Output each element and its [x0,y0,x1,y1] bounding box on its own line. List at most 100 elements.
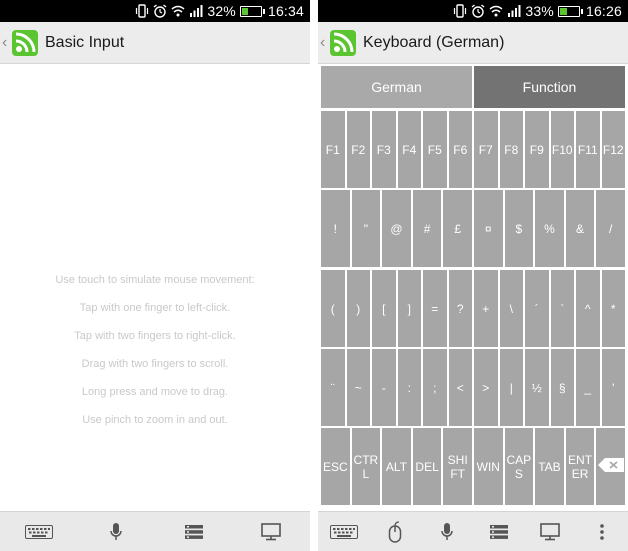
key[interactable]: $ [504,190,534,267]
key[interactable]: F5 [423,111,447,188]
key-row-symbols-1: ! " @ # £ ¤ $% & / [321,190,625,267]
key[interactable]: F3 [372,111,396,188]
key[interactable]: / [596,190,625,267]
clock: 16:26 [585,3,622,19]
list-icon[interactable] [179,521,209,543]
key-row-symbols-2: ()[] =? + \ ´ ` ^ * [321,270,625,347]
keyboard-icon[interactable] [329,521,359,543]
battery-icon [557,5,583,17]
key[interactable]: F4 [397,111,421,188]
key[interactable]: £ [443,190,472,267]
key[interactable]: CTR L [351,428,381,505]
battery-percent: 33% [525,3,554,19]
key[interactable]: F11 [576,111,600,188]
key[interactable]: F10 [550,111,574,188]
key[interactable]: % [535,190,564,267]
alarm-icon [471,4,485,18]
tab-german[interactable]: German [321,66,472,108]
key[interactable]: > [474,349,498,426]
keyboard-tabs: German Function [321,66,625,108]
key[interactable]: ¨ [321,349,345,426]
key[interactable]: F2 [346,111,370,188]
microphone-icon[interactable] [101,521,131,543]
bottom-toolbar [318,511,628,551]
key[interactable]: F6 [448,111,472,188]
key[interactable]: ] [397,270,421,347]
key[interactable]: = [423,270,447,347]
key[interactable]: | [499,349,523,426]
status-bar: 33% 16:26 [318,0,628,22]
signal-icon [507,4,521,18]
mouse-icon[interactable] [380,520,410,543]
basic-input-screen: 32% 16:34 ‹ Basic Input Use touch to sim… [0,0,310,551]
key[interactable]: _ [576,349,600,426]
key[interactable]: : [397,349,421,426]
wifi-icon [171,4,185,18]
remote-app-logo-icon[interactable] [329,29,357,57]
key[interactable]: ( [321,270,345,347]
key[interactable]: ´ [525,270,549,347]
key[interactable]: ` [550,270,574,347]
battery-icon [239,5,265,17]
key[interactable]: [ [372,270,396,347]
clock: 16:34 [267,3,304,19]
key[interactable]: @ [382,190,411,267]
overflow-menu-icon[interactable] [587,521,617,543]
instruction-line: Drag with two fingers to scroll. [81,358,229,370]
key[interactable]: ? [448,270,472,347]
instruction-line: Use pinch to zoom in and out. [82,414,228,426]
key[interactable]: F9 [525,111,549,188]
instruction-line: Use touch to simulate mouse movement: [55,274,255,286]
key[interactable]: ¤ [473,190,503,267]
microphone-icon[interactable] [432,521,462,543]
key[interactable]: TAB [535,428,564,505]
key[interactable]: - [372,349,396,426]
key[interactable]: F1 [321,111,345,188]
key[interactable]: WIN [473,428,503,505]
key[interactable]: ^ [576,270,600,347]
key[interactable]: F7 [474,111,498,188]
key[interactable]: # [412,190,442,267]
remote-app-logo-icon[interactable] [11,29,39,57]
battery-fill [241,7,249,15]
key[interactable]: < [448,349,472,426]
key[interactable]: SHI FT [443,428,472,505]
key[interactable]: ESC [321,428,350,505]
instructions: Use touch to simulate mouse movement: Ta… [0,272,310,440]
key[interactable]: & [565,190,595,267]
instruction-line: Tap with two fingers to right-click. [74,330,236,342]
tab-function[interactable]: Function [474,66,625,108]
chevron-left-icon[interactable]: ‹ [320,34,328,51]
key[interactable]: CAP S [504,428,534,505]
key[interactable]: \ [499,270,523,347]
key[interactable]: ) [346,270,370,347]
key[interactable]: ALT [382,428,411,505]
key[interactable]: ' [601,349,625,426]
key[interactable]: F8 [499,111,523,188]
battery-fill [559,7,567,15]
key[interactable]: ½ [525,349,549,426]
key[interactable]: ~ [346,349,370,426]
monitor-icon[interactable] [256,521,286,543]
vibrate-icon [135,4,149,18]
key[interactable]: * [601,270,625,347]
wifi-icon [489,4,503,18]
key[interactable]: § [550,349,574,426]
list-icon[interactable] [484,521,514,543]
backspace-key[interactable] [596,428,625,505]
key[interactable]: ! [321,190,350,267]
backspace-icon [597,458,624,475]
key[interactable]: + [474,270,498,347]
battery-percent: 32% [207,3,236,19]
keyboard-screen: 33% 16:26 ‹ Keyboard (German) German Fun… [318,0,628,551]
key[interactable]: DEL [412,428,442,505]
monitor-icon[interactable] [535,521,565,543]
keyboard-icon[interactable] [24,521,54,543]
key[interactable]: ; [423,349,447,426]
touchpad-area[interactable]: Use touch to simulate mouse movement: Ta… [0,64,310,511]
key[interactable]: " [351,190,381,267]
key[interactable]: F12 [601,111,625,188]
key[interactable]: ENT ER [565,428,595,505]
chevron-left-icon[interactable]: ‹ [2,34,10,51]
instruction-line: Long press and move to drag. [81,386,229,398]
